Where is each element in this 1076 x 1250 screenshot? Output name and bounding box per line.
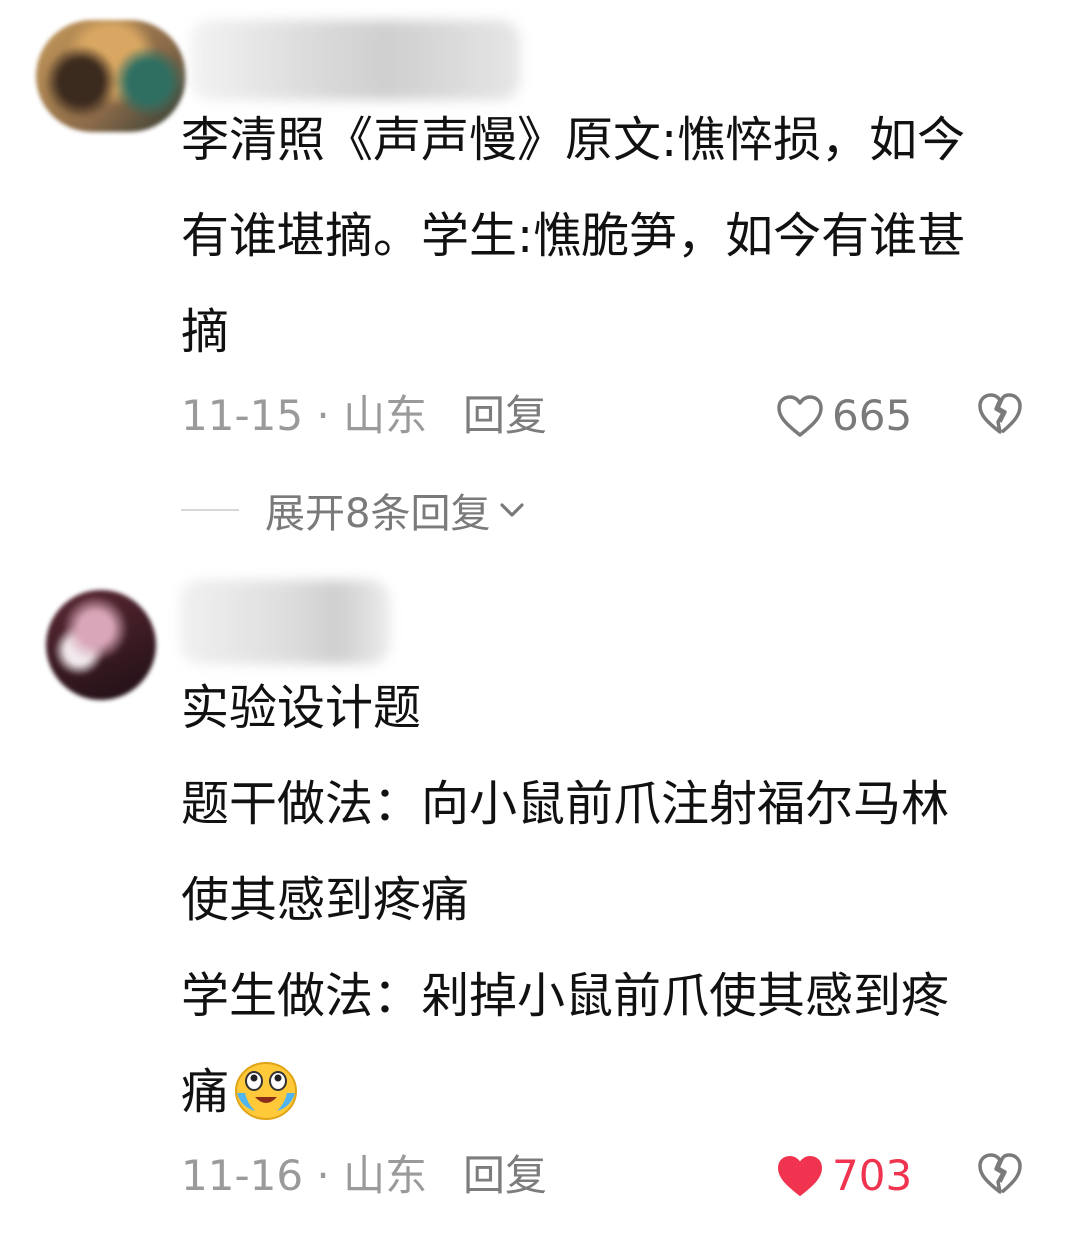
like-button[interactable]: 703 (776, 1146, 912, 1206)
dislike-button[interactable] (977, 1152, 1023, 1206)
comment-text-line: 实验设计题 (181, 680, 422, 736)
comment-text-line-with-emoji: 痛 (181, 1044, 1041, 1140)
like-count: 703 (832, 1151, 913, 1200)
crying-laughing-emoji-icon (235, 1062, 298, 1120)
comment-text-line: 学生做法：剁掉小鼠前爪使其感到疼 (181, 968, 950, 1024)
username-redacted[interactable] (180, 580, 390, 664)
comment-text-line: 题干做法：向小鼠前爪注射福尔马林 (181, 776, 950, 832)
comment-text: 实验设计题 题干做法：向小鼠前爪注射福尔马林 使其感到疼痛 学生做法：剁掉小鼠前… (181, 660, 1041, 1140)
comment-text-line: 使其感到疼痛 (181, 872, 470, 928)
comment-meta: 11-16 · 山东 回复 703 (181, 1146, 1041, 1206)
heart-filled-icon (778, 1156, 822, 1196)
avatar[interactable] (46, 590, 156, 700)
reply-button[interactable]: 回复 (463, 1146, 547, 1206)
comment-text-fragment: 痛 (181, 1064, 230, 1120)
broken-heart-icon (978, 1153, 1022, 1194)
date-location: 11-16 · 山东 (181, 1151, 428, 1200)
comment-2: 实验设计题 题干做法：向小鼠前爪注射福尔马林 使其感到疼痛 学生做法：剁掉小鼠前… (0, 0, 1076, 1250)
